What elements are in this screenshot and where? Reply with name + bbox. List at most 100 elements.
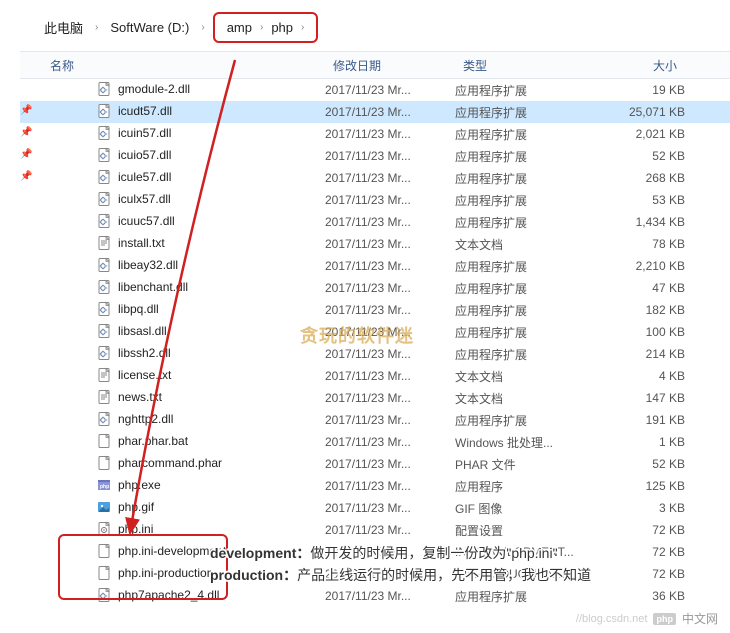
caption-key-1: development：: [210, 545, 310, 561]
breadcrumb-item[interactable]: SoftWare (D:): [106, 18, 193, 37]
file-type: Windows 批处理...: [455, 434, 595, 451]
file-size: 52 KB: [595, 457, 685, 471]
file-type: 应用程序扩展: [455, 412, 595, 429]
file-date: 2017/11/23 Mr...: [325, 193, 455, 207]
file-name: iculx57.dll: [118, 192, 171, 206]
file-name: php.exe: [118, 478, 161, 492]
file-date: 2017/11/23 Mr...: [325, 325, 455, 339]
table-row[interactable]: libeay32.dll2017/11/23 Mr...应用程序扩展2,210 …: [20, 255, 730, 277]
caption-key-2: production：: [210, 567, 297, 583]
table-row[interactable]: 📌icuio57.dll2017/11/23 Mr...应用程序扩展52 KB: [20, 145, 730, 167]
breadcrumb: 此电脑 › SoftWare (D:) › amp › php ›: [0, 0, 730, 51]
chevron-right-icon[interactable]: ›: [91, 22, 102, 33]
file-size: 2,210 KB: [595, 259, 685, 273]
exe-file-icon: php: [96, 477, 112, 493]
file-type: 应用程序扩展: [455, 192, 595, 209]
dll-file-icon: [96, 191, 112, 207]
table-row[interactable]: phpphp.exe2017/11/23 Mr...应用程序125 KB: [20, 475, 730, 497]
file-type: 应用程序扩展: [455, 126, 595, 143]
file-list: gmodule-2.dll2017/11/23 Mr...应用程序扩展19 KB…: [20, 79, 730, 607]
table-row[interactable]: gmodule-2.dll2017/11/23 Mr...应用程序扩展19 KB: [20, 79, 730, 101]
table-row[interactable]: icuuc57.dll2017/11/23 Mr...应用程序扩展1,434 K…: [20, 211, 730, 233]
column-header-date[interactable]: 修改日期: [325, 57, 455, 74]
chevron-right-icon[interactable]: ›: [297, 22, 308, 33]
table-row[interactable]: license.txt2017/11/23 Mr...文本文档4 KB: [20, 365, 730, 387]
dll-file-icon: [96, 411, 112, 427]
file-type: 应用程序扩展: [455, 104, 595, 121]
dll-file-icon: [96, 279, 112, 295]
annotation-caption: development：做开发的时候用，复制一份改为"php.ini" prod…: [210, 542, 710, 587]
table-row[interactable]: 📌icule57.dll2017/11/23 Mr...应用程序扩展268 KB: [20, 167, 730, 189]
breadcrumb-item[interactable]: 此电脑: [40, 16, 87, 39]
table-row[interactable]: iculx57.dll2017/11/23 Mr...应用程序扩展53 KB: [20, 189, 730, 211]
dll-file-icon: [96, 81, 112, 97]
annotation-highlight-breadcrumb: amp › php ›: [213, 12, 319, 43]
table-row[interactable]: pharcommand.phar2017/11/23 Mr...PHAR 文件5…: [20, 453, 730, 475]
file-size: 4 KB: [595, 369, 685, 383]
table-row[interactable]: php.gif2017/11/23 Mr...GIF 图像3 KB: [20, 497, 730, 519]
table-row[interactable]: install.txt2017/11/23 Mr...文本文档78 KB: [20, 233, 730, 255]
file-name: icule57.dll: [118, 170, 171, 184]
file-size: 268 KB: [595, 171, 685, 185]
file-size: 25,071 KB: [595, 105, 685, 119]
table-row[interactable]: nghttp2.dll2017/11/23 Mr...应用程序扩展191 KB: [20, 409, 730, 431]
dll-file-icon: [96, 125, 112, 141]
file-date: 2017/11/23 Mr...: [325, 215, 455, 229]
file-name: libpq.dll: [118, 302, 159, 316]
file-date: 2017/11/23 Mr...: [325, 259, 455, 273]
table-row[interactable]: phar.phar.bat2017/11/23 Mr...Windows 批处理…: [20, 431, 730, 453]
chevron-right-icon[interactable]: ›: [197, 22, 208, 33]
file-date: 2017/11/23 Mr...: [325, 127, 455, 141]
file-file-icon: [96, 565, 112, 581]
file-type: 应用程序扩展: [455, 258, 595, 275]
breadcrumb-item[interactable]: php: [267, 18, 297, 37]
dll-file-icon: [96, 323, 112, 339]
file-date: 2017/11/23 Mr...: [325, 105, 455, 119]
file-name: libssh2.dll: [118, 346, 171, 360]
table-row[interactable]: libenchant.dll2017/11/23 Mr...应用程序扩展47 K…: [20, 277, 730, 299]
table-row[interactable]: 📌 icudt57.dll 2017/11/23 Mr...应用程序扩展25,071…: [20, 101, 730, 123]
pin-icon: 📌: [20, 105, 32, 116]
file-date: 2017/11/23 Mr...: [325, 347, 455, 361]
table-row[interactable]: libssh2.dll2017/11/23 Mr...应用程序扩展214 KB: [20, 343, 730, 365]
svg-text:php: php: [100, 484, 109, 490]
table-row[interactable]: libpq.dll2017/11/23 Mr...应用程序扩展182 KB: [20, 299, 730, 321]
file-date: 2017/11/23 Mr...: [325, 523, 455, 537]
file-size: 100 KB: [595, 325, 685, 339]
ini-file-icon: [96, 521, 112, 537]
file-date: 2017/11/23 Mr...: [325, 457, 455, 471]
column-header-name[interactable]: 名称: [50, 57, 74, 74]
table-row[interactable]: php.ini 2017/11/23 Mr...配置设置72 KB: [20, 519, 730, 541]
file-name: install.txt: [118, 236, 165, 250]
chevron-right-icon[interactable]: ›: [256, 22, 267, 33]
file-size: 72 KB: [595, 523, 685, 537]
table-row[interactable]: php7apache2_4.dll2017/11/23 Mr...应用程序扩展3…: [20, 585, 730, 607]
table-row[interactable]: news.txt2017/11/23 Mr...文本文档147 KB: [20, 387, 730, 409]
txt-file-icon: [96, 235, 112, 251]
file-type: 配置设置: [455, 522, 595, 539]
file-name: php.ini: [118, 522, 153, 536]
breadcrumb-item[interactable]: amp: [223, 18, 256, 37]
file-size: 182 KB: [595, 303, 685, 317]
file-name: php7apache2_4.dll: [118, 588, 219, 602]
file-date: 2017/11/23 Mr...: [325, 281, 455, 295]
column-header-type[interactable]: 类型: [455, 57, 595, 74]
pin-icon: 📌: [20, 171, 32, 182]
column-headers: 名称 修改日期 类型 大小: [20, 51, 730, 79]
table-row[interactable]: libsasl.dll2017/11/23 Mr...应用程序扩展100 KB: [20, 321, 730, 343]
file-type: 应用程序扩展: [455, 588, 595, 605]
file-size: 2,021 KB: [595, 127, 685, 141]
file-name: icudt57.dll: [118, 104, 172, 118]
file-type: 应用程序扩展: [455, 346, 595, 363]
dll-file-icon: [96, 301, 112, 317]
file-date: 2017/11/23 Mr...: [325, 435, 455, 449]
column-header-size[interactable]: 大小: [595, 57, 685, 74]
file-name: libenchant.dll: [118, 280, 188, 294]
file-name: icuin57.dll: [118, 126, 171, 140]
dll-file-icon: [96, 587, 112, 603]
table-row[interactable]: 📌icuin57.dll2017/11/23 Mr...应用程序扩展2,021 …: [20, 123, 730, 145]
dll-file-icon: [96, 345, 112, 361]
file-file-icon: [96, 543, 112, 559]
file-type: 应用程序: [455, 478, 595, 495]
footer-site-name: 中文网: [682, 610, 718, 627]
